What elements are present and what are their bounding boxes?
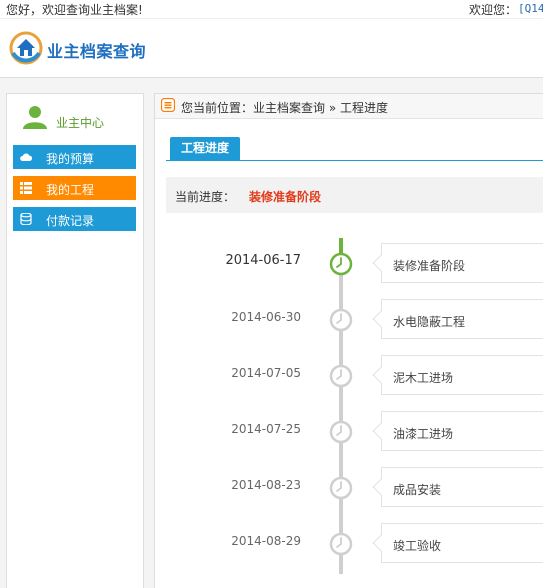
timeline-item: 2014-06-30 水电隐蔽工程 [155,299,543,339]
home-location-icon [161,98,175,112]
logo-text: 业主档案查询 [47,42,147,61]
clock-icon [329,364,353,388]
card-pointer [372,366,390,384]
card-pointer [372,310,390,328]
timeline-item: 2014-07-25 油漆工进场 [155,411,543,451]
main-panel: 您当前位置：业主档案查询 » 工程进度 工程进度 当前进度： 装修准备阶段 20… [154,93,543,588]
timeline-item: 2014-06-17 装修准备阶段 [155,243,543,283]
sidebar-item-label: 我的预算 [46,152,95,166]
house-logo-icon [9,31,43,65]
timeline-card: 成品安装 [372,467,543,507]
timeline-date: 2014-06-30 [231,310,301,324]
greeting-text: 您好，欢迎查询业主档案! [6,3,143,17]
timeline-title: 成品安装 [393,483,442,497]
card-pointer [372,534,390,552]
timeline-card: 泥木工进场 [372,355,543,395]
sidebar-item-label: 付款记录 [46,214,95,228]
timeline-title: 油漆工进场 [393,427,454,441]
tab-underline [166,160,543,161]
clock-icon [329,532,353,556]
clock-icon [329,252,353,276]
breadcrumb: 您当前位置：业主档案查询 » 工程进度 [155,94,543,119]
clock-icon [329,476,353,500]
clock-icon [329,308,353,332]
timeline-date: 2014-07-25 [231,422,301,436]
current-progress: 当前进度： 装修准备阶段 [166,177,543,213]
sidebar-item-label: 我的工程 [46,183,95,197]
user-icon [23,106,47,129]
timeline-date: 2014-08-29 [231,534,301,548]
timeline-title: 水电隐蔽工程 [393,315,466,329]
tab-project-progress[interactable]: 工程进度 [170,137,240,160]
user-center-label: 业主中心 [56,116,105,130]
timeline-date: 2014-07-05 [231,366,301,380]
card-pointer [372,254,390,272]
timeline-card: 水电隐蔽工程 [372,299,543,339]
clock-icon [329,420,353,444]
user-link[interactable]: [Q14( [518,2,543,15]
timeline-title: 装修准备阶段 [393,259,466,273]
sidebar-item-project[interactable]: 我的工程 [13,176,136,200]
header: 业主档案查询 [0,18,543,78]
timeline-title: 竣工验收 [393,539,442,553]
card-pointer [372,422,390,440]
timeline-date: 2014-08-23 [231,478,301,492]
cloud-icon [20,153,32,161]
timeline-card: 装修准备阶段 [372,243,543,283]
timeline-date: 2014-06-17 [225,253,301,268]
timeline-card: 竣工验收 [372,523,543,563]
sidebar-item-budget[interactable]: 我的预算 [13,145,136,169]
sidebar-item-payments[interactable]: 付款记录 [13,207,136,231]
breadcrumb-text: 您当前位置：业主档案查询 » 工程进度 [181,101,388,115]
timeline-item: 2014-08-29 竣工验收 [155,523,543,563]
progress-label: 当前进度： [175,190,236,204]
timeline-item: 2014-08-23 成品安装 [155,467,543,507]
welcome-label: 欢迎您： [469,3,518,17]
card-pointer [372,478,390,496]
progress-value: 装修准备阶段 [249,190,322,204]
list-icon [20,182,32,194]
sidebar: 业主中心 我的预算 我的工程 付款记录 [6,93,144,588]
timeline-title: 泥木工进场 [393,371,454,385]
timeline-item: 2014-07-05 泥木工进场 [155,355,543,395]
top-bar: 您好，欢迎查询业主档案! 欢迎您： [Q14( [0,0,543,18]
database-icon [20,213,32,225]
timeline-card: 油漆工进场 [372,411,543,451]
